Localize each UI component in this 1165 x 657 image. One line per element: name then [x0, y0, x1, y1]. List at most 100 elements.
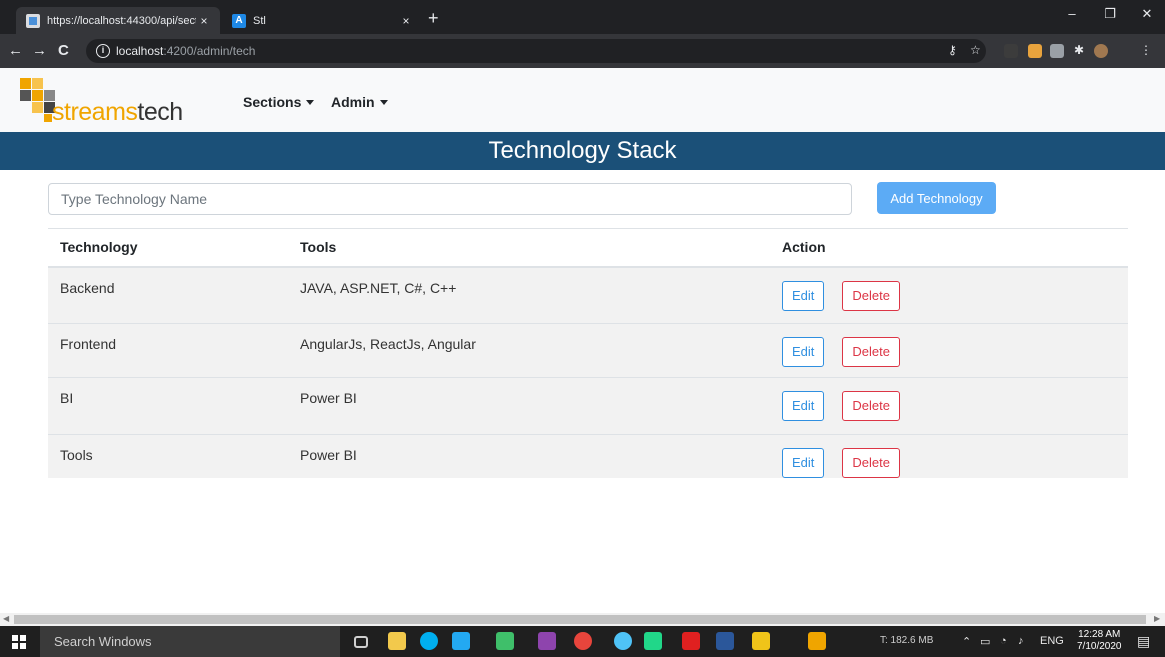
restore-icon[interactable]: ❐ [1100, 6, 1120, 22]
logo-square [32, 102, 43, 113]
tab-close-icon[interactable]: × [398, 14, 414, 28]
delete-button[interactable]: Delete [842, 280, 900, 311]
windows-taskbar: Search Windows T: 182.6 MB ⌃ ▭ ◔ ♪ ENG 1… [0, 626, 1165, 657]
cell-technology: Tools [48, 434, 288, 478]
tab-close-icon[interactable]: × [196, 14, 212, 28]
delete-button[interactable]: Delete [842, 337, 900, 367]
menu-sections[interactable]: Sections [243, 94, 315, 110]
visual-studio-icon[interactable] [538, 632, 556, 650]
horizontal-scrollbar[interactable]: ◀ ▶ [0, 613, 1165, 626]
address-bar[interactable]: i localhost:4200/admin/tech [86, 39, 986, 63]
logo-square [32, 90, 43, 101]
volume-icon[interactable]: ♪ [1018, 635, 1024, 647]
cell-tools: AngularJs, ReactJs, Angular [288, 323, 770, 378]
page-title: Technology Stack [0, 132, 1165, 170]
extension-icon[interactable] [1028, 44, 1042, 58]
browser-tab-strip: https://localhost:44300/api/sectio × A S… [0, 0, 1165, 34]
language-indicator[interactable]: ENG [1040, 635, 1064, 647]
chrome-icon[interactable] [574, 632, 592, 650]
vscode-icon[interactable] [452, 632, 470, 650]
battery-icon[interactable]: ▭ [980, 635, 990, 648]
cell-technology: BI [48, 377, 288, 435]
edit-button[interactable]: Edit [782, 280, 825, 311]
table-row: Frontend AngularJs, ReactJs, Angular Edi… [48, 323, 1128, 378]
clock-time: 12:28 AM [1078, 629, 1121, 640]
address-path: :4200/admin/tech [163, 44, 256, 58]
caret-down-icon [306, 100, 315, 105]
bookmark-star-icon[interactable]: ☆ [970, 43, 981, 57]
cell-action: Edit Delete [770, 434, 1128, 478]
column-header-technology: Technology [48, 228, 288, 268]
cell-tools: JAVA, ASP.NET, C#, C++ [288, 266, 770, 324]
puzzle-icon[interactable]: ✱ [1074, 43, 1084, 57]
add-technology-button[interactable]: Add Technology [877, 182, 996, 214]
pycharm-icon[interactable] [644, 632, 662, 650]
logo-square [20, 78, 31, 89]
cell-action: Edit Delete [770, 266, 1128, 324]
cell-tools: Power BI [288, 377, 770, 435]
extension-icon[interactable] [1050, 44, 1064, 58]
back-icon[interactable]: ← [8, 42, 23, 59]
table-row: BI Power BI Edit Delete [48, 377, 1128, 435]
app-icon[interactable] [614, 632, 632, 650]
more-icon[interactable]: ⋮ [1140, 43, 1152, 57]
tray-chevron-icon[interactable]: ⌃ [962, 635, 971, 648]
cell-technology: Backend [48, 266, 288, 324]
logo-wordmark: streamstech [52, 98, 183, 126]
key-icon[interactable]: ⚷ [948, 43, 957, 57]
table-row: Backend JAVA, ASP.NET, C#, C++ Edit Delet… [48, 266, 1128, 324]
table-row: Tools Power BI Edit Delete [48, 434, 1128, 478]
clock-date: 7/10/2020 [1077, 641, 1122, 652]
brand-logo[interactable]: streamstech [20, 78, 183, 126]
new-tab-button[interactable]: + [428, 8, 439, 29]
tray-memory-text: T: 182.6 MB [880, 635, 934, 646]
delete-button[interactable]: Delete [842, 448, 900, 478]
avatar[interactable] [1094, 44, 1108, 58]
tab-title: https://localhost:44300/api/sectio [47, 14, 196, 27]
app-icon[interactable] [808, 632, 826, 650]
minimize-icon[interactable]: – [1062, 6, 1082, 21]
cell-technology: Frontend [48, 323, 288, 378]
taskbar-clock[interactable]: 12:28 AM 7/10/2020 [1077, 629, 1122, 653]
logo-square [32, 78, 43, 89]
scroll-left-icon[interactable]: ◀ [3, 614, 9, 623]
webstorm-icon[interactable] [496, 632, 514, 650]
column-header-tools: Tools [288, 228, 770, 268]
scrollbar-thumb[interactable] [14, 615, 1146, 624]
info-icon[interactable]: i [96, 44, 110, 58]
edit-button[interactable]: Edit [782, 337, 825, 367]
scroll-right-icon[interactable]: ▶ [1154, 614, 1160, 623]
taskbar-search[interactable]: Search Windows [40, 626, 340, 657]
caret-down-icon [379, 100, 388, 105]
browser-tab-api[interactable]: https://localhost:44300/api/sectio × [16, 7, 220, 34]
extension-icon[interactable] [1004, 44, 1018, 58]
delete-button[interactable]: Delete [842, 391, 900, 421]
logo-square [20, 90, 31, 101]
acrobat-icon[interactable] [682, 632, 700, 650]
table-header-row: Technology Tools Action [48, 228, 1128, 268]
technology-name-input[interactable] [48, 183, 852, 215]
column-header-action: Action [770, 228, 1128, 268]
wifi-icon[interactable]: ◔ [1000, 635, 1007, 647]
task-view-icon[interactable] [354, 636, 368, 648]
cell-action: Edit Delete [770, 377, 1128, 435]
file-explorer-icon[interactable] [388, 632, 406, 650]
reload-icon[interactable]: C [58, 42, 69, 59]
browser-toolbar: ← → C i localhost:4200/admin/tech ⚷ ☆ ✱ … [0, 34, 1165, 68]
address-host: localhost [116, 44, 164, 58]
angular-icon: A [232, 13, 246, 28]
windows-start-icon[interactable] [12, 635, 26, 649]
page-icon [26, 13, 40, 28]
notifications-icon[interactable]: ▤ [1137, 633, 1150, 650]
forward-icon[interactable]: → [32, 42, 47, 59]
browser-tab-app[interactable]: A Stl × [222, 7, 422, 34]
app-icon[interactable] [752, 632, 770, 650]
edit-button[interactable]: Edit [782, 391, 825, 421]
word-icon[interactable] [716, 632, 734, 650]
edit-button[interactable]: Edit [782, 448, 825, 478]
close-window-icon[interactable]: ✕ [1137, 6, 1157, 22]
logo-square [44, 114, 52, 122]
skype-icon[interactable] [420, 632, 438, 650]
menu-admin[interactable]: Admin [331, 94, 388, 110]
cell-action: Edit Delete [770, 323, 1128, 378]
